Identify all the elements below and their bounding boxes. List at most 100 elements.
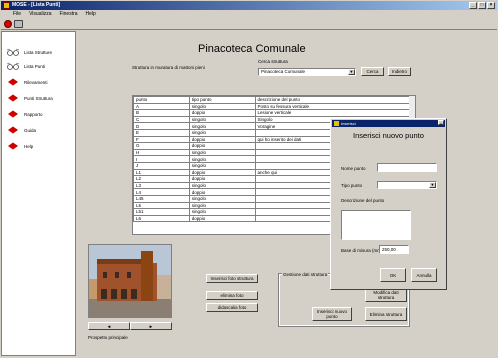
sidebar-item-rilevamenti[interactable]: Rilevamenti — [6, 76, 48, 88]
cell-punto[interactable]: L51 — [133, 208, 190, 216]
cell-punto[interactable]: L45 — [133, 194, 190, 203]
cell-tipo[interactable]: singolo — [188, 102, 256, 111]
cell-tipo[interactable]: singolo — [188, 181, 256, 190]
column-header-descrizione[interactable]: descrizione del punto — [254, 96, 412, 104]
base-measure-input[interactable]: 250,00 — [379, 245, 409, 254]
dialog-heading: Inserisci nuovo punto — [353, 131, 424, 140]
prev-photo-button[interactable]: ◄ — [88, 322, 130, 330]
column-header-tipo[interactable]: tipo punto — [188, 96, 256, 104]
menu-file[interactable]: File — [13, 11, 21, 17]
cell-tipo[interactable]: singolo — [188, 155, 256, 163]
cell-tipo[interactable]: singolo — [188, 128, 256, 137]
sidebar-item-label: Lista Strutture — [24, 49, 53, 55]
table-row[interactable]: Asingolo Posto su fessura verticale — [133, 102, 412, 111]
back-button[interactable]: Indietro — [388, 67, 411, 76]
minimize-button[interactable]: _ — [469, 2, 477, 9]
chevron-down-icon[interactable]: ▼ — [348, 69, 355, 75]
sidebar-item-label: Punti Struttura — [24, 95, 53, 101]
cell-tipo[interactable]: doppio — [188, 109, 256, 117]
cell-tipo[interactable]: singolo — [188, 148, 256, 157]
cell-tipo[interactable]: singolo — [188, 201, 256, 210]
cell-descrizione[interactable]: Lesione verticale — [254, 109, 412, 117]
cell-punto[interactable]: L5 — [133, 201, 190, 210]
cell-tipo[interactable]: doppio — [188, 135, 256, 144]
point-name-input[interactable] — [377, 163, 437, 172]
cell-tipo[interactable]: doppio — [188, 175, 256, 183]
cell-punto[interactable]: A — [133, 102, 190, 111]
cell-punto[interactable]: I — [133, 155, 190, 163]
search-label: Cerca struttura — [258, 59, 288, 64]
cell-punto[interactable]: G — [133, 142, 190, 150]
cell-tipo[interactable]: doppio — [188, 188, 256, 196]
sidebar-item-punti-struttura[interactable]: Punti Struttura — [6, 92, 53, 104]
dialog-app-icon — [334, 121, 339, 126]
cell-punto[interactable]: D — [133, 122, 190, 130]
sidebar-item-label: Guida — [24, 127, 37, 133]
cell-descrizione[interactable]: Posto su fessura verticale — [254, 102, 412, 111]
table-row[interactable]: Bdoppio Lesione verticale — [133, 109, 412, 117]
app-icon — [3, 2, 10, 9]
dialog-close-icon[interactable]: × — [438, 120, 444, 126]
delete-structure-button[interactable]: Elimina struttura — [365, 307, 407, 321]
close-button[interactable]: × — [487, 2, 495, 9]
building-photo-image — [89, 245, 171, 317]
next-photo-button[interactable]: ► — [130, 322, 172, 330]
insert-point-button[interactable]: Inserisci nuovo punto — [312, 307, 352, 321]
point-type-select[interactable]: ▼ — [377, 181, 437, 189]
cell-tipo[interactable]: singolo — [188, 194, 256, 203]
glasses-icon — [6, 62, 20, 70]
sidebar-item-lista-strutture[interactable]: Lista Strutture — [6, 46, 52, 58]
base-label: Base di misura (mm) — [341, 248, 383, 253]
sidebar: Lista Strutture Lista Punti Rilevamenti … — [1, 31, 76, 356]
menu-visualizza[interactable]: Visualizza — [29, 11, 51, 17]
glasses-icon — [6, 48, 20, 56]
sidebar-item-help[interactable]: Help — [6, 140, 33, 152]
delete-photo-button[interactable]: elimina foto — [206, 291, 258, 300]
cell-tipo[interactable]: doppio — [188, 142, 256, 150]
point-description-textarea[interactable] — [341, 210, 411, 240]
cell-punto[interactable]: C — [133, 115, 190, 124]
cell-tipo[interactable]: doppio — [188, 214, 256, 223]
cell-punto[interactable]: L3 — [133, 181, 190, 190]
structure-select[interactable]: Pinacoteca Comunale ▼ — [258, 68, 356, 76]
ok-button[interactable]: OK — [380, 268, 406, 282]
dialog-title-bar: Inserisci × — [332, 120, 445, 127]
column-header-punto[interactable]: punto — [133, 96, 190, 104]
cell-punto[interactable]: L1 — [133, 168, 190, 177]
cell-tipo[interactable]: singolo — [188, 122, 256, 130]
cell-punto[interactable]: B — [133, 109, 190, 117]
cancel-button[interactable]: Annulla — [411, 268, 437, 282]
search-button[interactable]: Cerca — [361, 67, 384, 76]
sidebar-item-lista-punti[interactable]: Lista Punti — [6, 60, 45, 72]
chevron-down-icon[interactable]: ▼ — [429, 182, 436, 188]
cell-tipo[interactable]: singolo — [188, 115, 256, 124]
stop-icon[interactable] — [4, 20, 12, 28]
manage-group-label: Gestione dati struttura — [282, 272, 329, 277]
cell-punto[interactable]: L6 — [133, 214, 190, 223]
cell-punto[interactable]: H — [133, 148, 190, 157]
cell-tipo[interactable]: singolo — [188, 208, 256, 216]
cell-punto[interactable]: J — [133, 161, 190, 170]
modify-structure-button[interactable]: Modifica dati struttura — [365, 288, 407, 302]
maximize-button[interactable]: □ — [478, 2, 486, 9]
photo-caption-button[interactable]: didascalia foto — [206, 303, 258, 312]
dialog-title: Inserisci — [341, 121, 356, 126]
description-label: Descrizione del punto — [341, 198, 385, 203]
menu-help[interactable]: Help — [86, 11, 96, 17]
cell-punto[interactable]: F — [133, 135, 190, 144]
cell-tipo[interactable]: doppio — [188, 168, 256, 177]
print-icon[interactable] — [14, 20, 23, 28]
cell-tipo[interactable]: singolo — [188, 161, 256, 170]
cell-punto[interactable]: E — [133, 128, 190, 137]
menu-bar: File Visualizza Finestra Help — [1, 10, 497, 18]
red-diamond-icon — [8, 142, 18, 150]
sidebar-item-rapporto[interactable]: Rapporto — [6, 108, 43, 120]
cell-punto[interactable]: L4 — [133, 188, 190, 196]
cell-punto[interactable]: L2 — [133, 175, 190, 183]
photo-caption: Prospetto principale — [88, 335, 128, 340]
red-diamond-icon — [8, 110, 18, 118]
insert-photo-button[interactable]: Inserisci foto struttura — [206, 274, 258, 283]
sidebar-item-guida[interactable]: Guida — [6, 124, 36, 136]
menu-finestra[interactable]: Finestra — [59, 11, 77, 17]
type-label: Tipo punto — [341, 183, 363, 188]
